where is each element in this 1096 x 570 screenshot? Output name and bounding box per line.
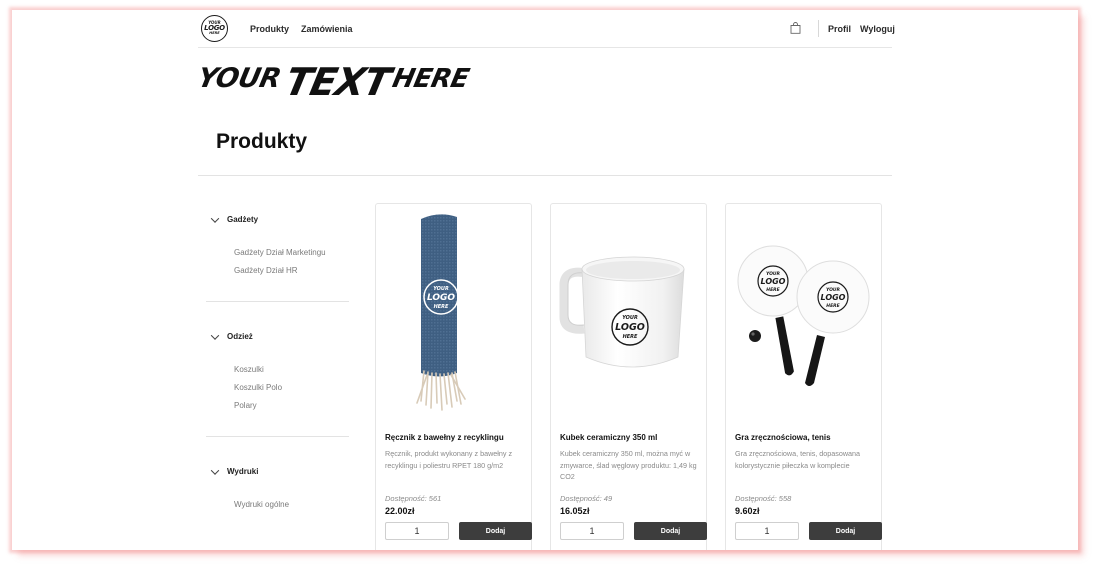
svg-text:YOUR: YOUR — [622, 315, 638, 321]
banner-word: YOUR — [194, 63, 284, 94]
svg-text:HERE: HERE — [766, 287, 780, 293]
svg-text:HERE: HERE — [826, 303, 840, 309]
shopping-bag-icon[interactable] — [790, 22, 801, 34]
divider — [206, 436, 349, 437]
subcategory-link[interactable]: Wydruki ogólne — [234, 500, 289, 509]
banner-word: TEXT — [281, 60, 395, 104]
svg-text:YOUR: YOUR — [433, 286, 449, 292]
divider — [206, 301, 349, 302]
mug-image[interactable]: YOUR LOGO HERE — [552, 205, 705, 419]
category-odziez[interactable]: Odzież — [210, 330, 253, 341]
svg-text:HERE: HERE — [434, 304, 449, 310]
stock-label: Dostępność: 49 — [560, 494, 613, 503]
subcategory-link[interactable]: Gadżety Dział Marketingu — [234, 248, 326, 257]
svg-text:LOGO: LOGO — [821, 293, 846, 302]
svg-text:LOGO: LOGO — [615, 322, 645, 333]
nav-zamowienia[interactable]: Zamówienia — [301, 24, 353, 34]
subcategory-link[interactable]: Polary — [234, 401, 257, 410]
divider — [198, 175, 892, 176]
product-price: 16.05zł — [560, 506, 590, 516]
product-price: 22.00zł — [385, 506, 415, 516]
add-to-cart-button[interactable]: Dodaj — [459, 522, 532, 540]
chevron-down-icon — [210, 330, 220, 340]
product-description: Gra zręcznościowa, tenis, dopasowana kol… — [735, 449, 861, 470]
product-name[interactable]: Gra zręcznościowa, tenis — [735, 433, 831, 442]
nav-produkty[interactable]: Produkty — [250, 24, 289, 34]
svg-text:HERE: HERE — [623, 334, 638, 340]
quantity-input[interactable] — [560, 522, 624, 540]
subcategory-link[interactable]: Koszulki Polo — [234, 383, 282, 392]
paddle-game-image[interactable]: YOUR LOGO HERE YOUR LOGO HERE — [727, 205, 880, 419]
profile-link[interactable]: Profil — [828, 24, 851, 34]
product-name[interactable]: Kubek ceramiczny 350 ml — [560, 433, 657, 442]
svg-text:LOGO: LOGO — [427, 293, 455, 303]
category-label: Odzież — [227, 332, 253, 341]
product-description: Ręcznik, produkt wykonany z bawełny z re… — [385, 449, 513, 470]
add-to-cart-button[interactable]: Dodaj — [634, 522, 707, 540]
product-card: YOUR LOGO HERE YOUR LOGO HERE Gra zręczn… — [725, 203, 882, 550]
top-navbar: YOUR LOGO HERE Produkty Zamówienia Profi… — [198, 10, 895, 48]
logo[interactable]: YOUR LOGO HERE — [201, 15, 228, 42]
towel-image[interactable]: YOUR LOGO HERE — [377, 205, 530, 419]
banner-word: HERE — [390, 64, 472, 94]
category-gadzety[interactable]: Gadżety — [210, 213, 259, 224]
add-to-cart-button[interactable]: Dodaj — [809, 522, 882, 540]
category-label: Gadżety — [227, 215, 259, 224]
product-card: YOUR LOGO HERE Kubek ceramiczny 350 ml K… — [550, 203, 707, 550]
product-card: YOUR LOGO HERE Ręcznik z bawełny z recyk… — [375, 203, 532, 550]
subcategory-link[interactable]: Gadżety Dział HR — [234, 266, 298, 275]
chevron-down-icon — [210, 465, 220, 475]
brand-banner: YOURTEXTHERE — [194, 60, 472, 104]
category-wydruki[interactable]: Wydruki — [210, 465, 259, 476]
svg-text:LOGO: LOGO — [761, 277, 786, 286]
product-name[interactable]: Ręcznik z bawełny z recyklingu — [385, 433, 504, 442]
category-label: Wydruki — [227, 467, 259, 476]
app-window: YOUR LOGO HERE Produkty Zamówienia Profi… — [12, 10, 1078, 550]
chevron-down-icon — [210, 213, 220, 223]
subcategory-link[interactable]: Koszulki — [234, 365, 264, 374]
page-title: Produkty — [216, 130, 308, 153]
logout-link[interactable]: Wyloguj — [860, 24, 895, 34]
quantity-input[interactable] — [735, 522, 799, 540]
divider — [818, 20, 819, 37]
quantity-input[interactable] — [385, 522, 449, 540]
product-description: Kubek ceramiczny 350 ml, można myć w zmy… — [560, 449, 697, 481]
product-price: 9.60zł — [735, 506, 760, 516]
stock-label: Dostępność: 561 — [385, 494, 442, 503]
logo-text: HERE — [209, 31, 220, 36]
stock-label: Dostępność: 558 — [735, 494, 792, 503]
